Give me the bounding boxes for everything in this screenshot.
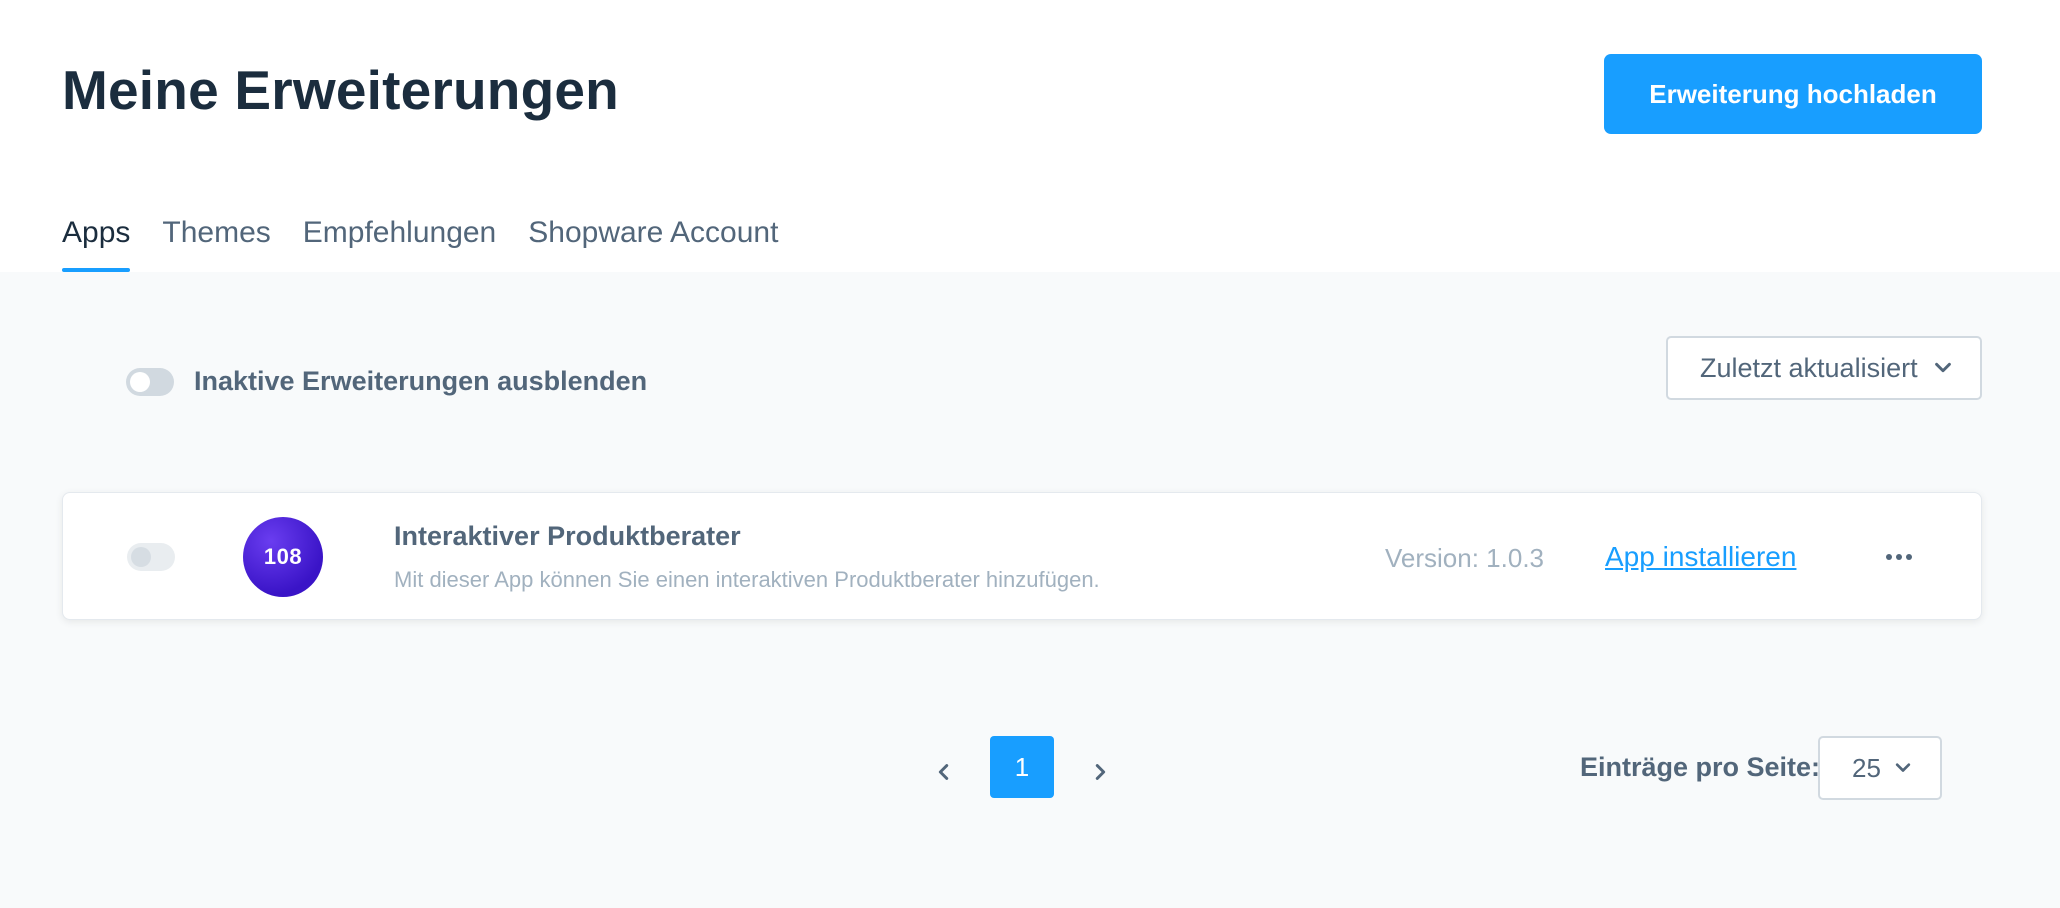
- extension-description: Mit dieser App können Sie einen interakt…: [394, 567, 1100, 592]
- toggle-knob: [130, 372, 150, 392]
- install-app-link[interactable]: App installieren: [1605, 541, 1796, 573]
- extension-active-toggle[interactable]: [127, 543, 175, 571]
- dot: [1906, 554, 1912, 560]
- tab-bar: Apps Themes Empfehlungen Shopware Accoun…: [62, 210, 810, 272]
- extension-version: Version: 1.0.3: [1385, 543, 1544, 573]
- extension-card: 108 Interaktiver Produktberater Mit dies…: [62, 492, 1982, 620]
- sort-select[interactable]: Zuletzt aktualisiert: [1666, 336, 1982, 400]
- extension-name: Interaktiver Produktberater: [394, 521, 741, 551]
- hide-inactive-label: Inaktive Erweiterungen ausblenden: [194, 366, 648, 396]
- tab-themes[interactable]: Themes: [162, 210, 270, 272]
- toggle-knob: [131, 547, 151, 567]
- page-header: Meine Erweiterungen Erweiterung hochlade…: [0, 0, 2060, 272]
- per-page-value: 25: [1852, 752, 1881, 783]
- sort-select-value: Zuletzt aktualisiert: [1700, 352, 1918, 383]
- per-page-select[interactable]: 25: [1818, 736, 1942, 800]
- dot: [1896, 554, 1902, 560]
- tab-apps[interactable]: Apps: [62, 210, 131, 272]
- page-title: Meine Erweiterungen: [62, 59, 619, 121]
- chevron-left-icon: [938, 764, 949, 780]
- per-page-label: Einträge pro Seite:: [1580, 752, 1821, 782]
- chevron-down-icon: [1934, 362, 1951, 373]
- chevron-down-icon: [1895, 763, 1911, 772]
- chevron-right-icon: [1095, 764, 1106, 780]
- pagination-prev-button[interactable]: [924, 752, 964, 792]
- app-logo: 108: [243, 517, 323, 597]
- tab-shopware-account[interactable]: Shopware Account: [528, 210, 778, 272]
- pagination-next-button[interactable]: [1080, 752, 1120, 792]
- tab-recommendations[interactable]: Empfehlungen: [303, 210, 496, 272]
- pagination-page-button[interactable]: 1: [990, 736, 1054, 798]
- hide-inactive-toggle[interactable]: [126, 368, 174, 396]
- content-area: Inaktive Erweiterungen ausblenden Zuletz…: [0, 272, 2060, 908]
- upload-extension-button[interactable]: Erweiterung hochladen: [1604, 54, 1982, 134]
- dot: [1886, 554, 1892, 560]
- app-logo-text: 108: [263, 544, 303, 569]
- more-dots-icon[interactable]: [1869, 539, 1929, 575]
